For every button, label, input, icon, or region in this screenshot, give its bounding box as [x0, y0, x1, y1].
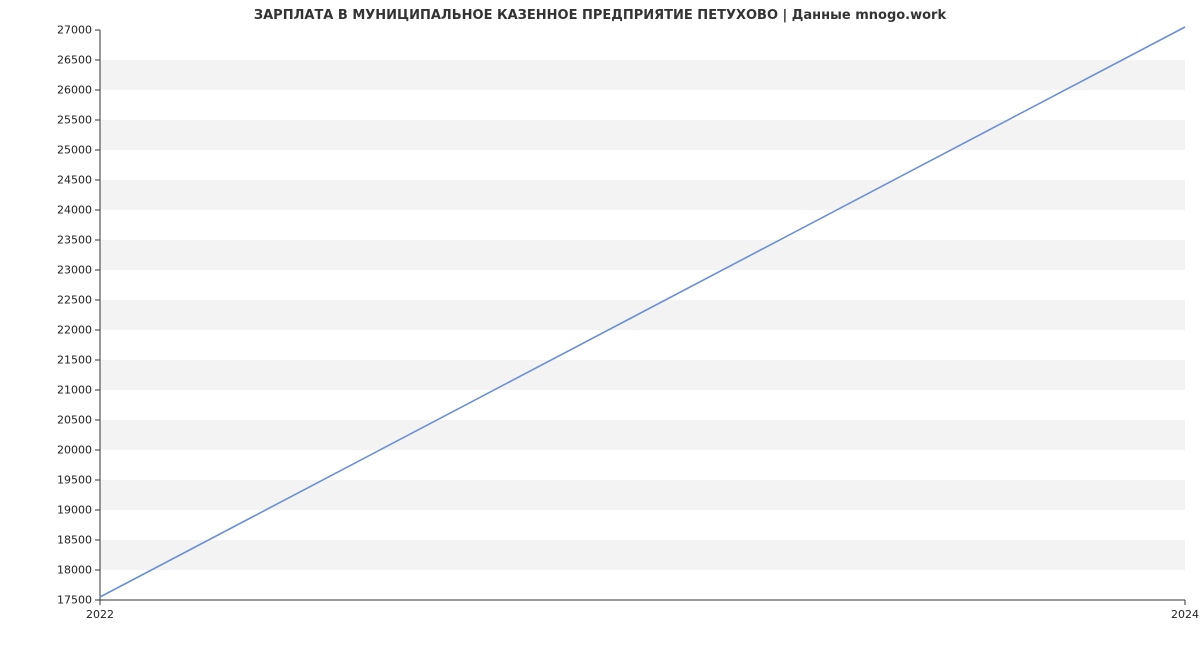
- y-tick-label: 20500: [32, 414, 92, 427]
- y-tick-label: 22500: [32, 294, 92, 307]
- y-tick-label: 25000: [32, 144, 92, 157]
- y-tick-label: 24000: [32, 204, 92, 217]
- y-tick-label: 21000: [32, 384, 92, 397]
- y-tick-label: 20000: [32, 444, 92, 457]
- y-tick-label: 18500: [32, 534, 92, 547]
- y-tick-label: 22000: [32, 324, 92, 337]
- chart-container: ЗАРПЛАТА В МУНИЦИПАЛЬНОЕ КАЗЕННОЕ ПРЕДПР…: [0, 0, 1200, 650]
- y-tick-label: 19500: [32, 474, 92, 487]
- chart-title: ЗАРПЛАТА В МУНИЦИПАЛЬНОЕ КАЗЕННОЕ ПРЕДПР…: [0, 8, 1200, 23]
- y-tick-label: 18000: [32, 564, 92, 577]
- x-tick-label: 2022: [86, 608, 114, 621]
- y-tick-label: 24500: [32, 174, 92, 187]
- y-tick-label: 27000: [32, 24, 92, 37]
- y-tick-label: 25500: [32, 114, 92, 127]
- x-tick-label: 2024: [1171, 608, 1199, 621]
- plot-area: [100, 30, 1185, 600]
- y-tick-label: 26500: [32, 54, 92, 67]
- y-tick-label: 19000: [32, 504, 92, 517]
- y-tick-label: 21500: [32, 354, 92, 367]
- y-tick-label: 23000: [32, 264, 92, 277]
- chart-svg: [100, 30, 1185, 600]
- y-tick-label: 23500: [32, 234, 92, 247]
- y-tick-label: 26000: [32, 84, 92, 97]
- y-tick-label: 17500: [32, 594, 92, 607]
